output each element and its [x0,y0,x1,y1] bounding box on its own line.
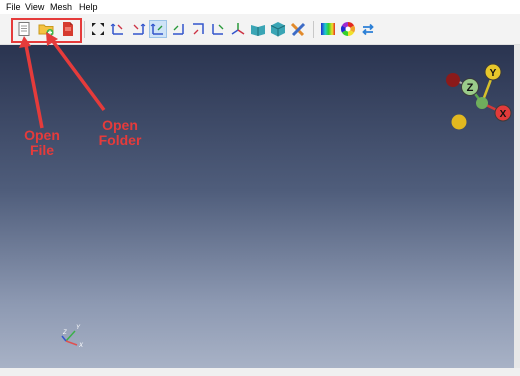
color-wheel-icon [341,22,355,36]
menu-mesh[interactable]: Mesh [50,2,72,12]
axis-view-icon [193,23,204,35]
3d-viewport[interactable] [0,45,520,368]
axis-view-icon [110,23,123,35]
swap-button[interactable] [360,21,376,37]
view-axis-6-button[interactable] [210,21,226,37]
menu-help[interactable]: Help [79,2,98,12]
menu-view[interactable]: View [25,2,44,12]
axis-view-icon [133,23,146,35]
highlight-box [11,18,82,43]
cube-view-button[interactable] [270,21,286,37]
open-folder-annotation: Open Folder [98,117,142,148]
book-icon [251,25,265,36]
view-axis-5-button[interactable] [190,21,206,37]
tools-icon [290,22,306,37]
tools-button[interactable] [290,21,306,37]
fit-view-button[interactable] [90,21,106,37]
view-axis-4-button[interactable] [170,21,186,37]
toolbar-separator [84,21,85,38]
isometric-axes-icon [231,23,245,35]
open-book-button[interactable] [250,21,266,37]
menu-file[interactable]: File [6,2,21,12]
axis-view-icon [150,23,163,35]
expand-icon [92,23,104,35]
swap-arrows-icon [362,23,374,36]
view-axis-3-button[interactable] [149,20,167,38]
toolbar-separator [313,21,314,38]
color-map-button[interactable] [320,21,336,37]
view-axis-2-button[interactable] [130,21,146,37]
axis-view-icon [173,24,184,35]
color-wheel-button[interactable] [340,21,356,37]
vertical-scrollbar[interactable] [514,45,520,368]
axis-view-icon [212,24,224,35]
open-file-annotation: Open File [24,127,60,158]
menu-bar: File View Mesh Help [0,0,520,14]
color-bar-icon [321,23,335,35]
isometric-view-button[interactable] [230,21,246,37]
cube-icon [270,22,286,37]
view-axis-1-button[interactable] [110,21,126,37]
status-strip [0,368,520,376]
